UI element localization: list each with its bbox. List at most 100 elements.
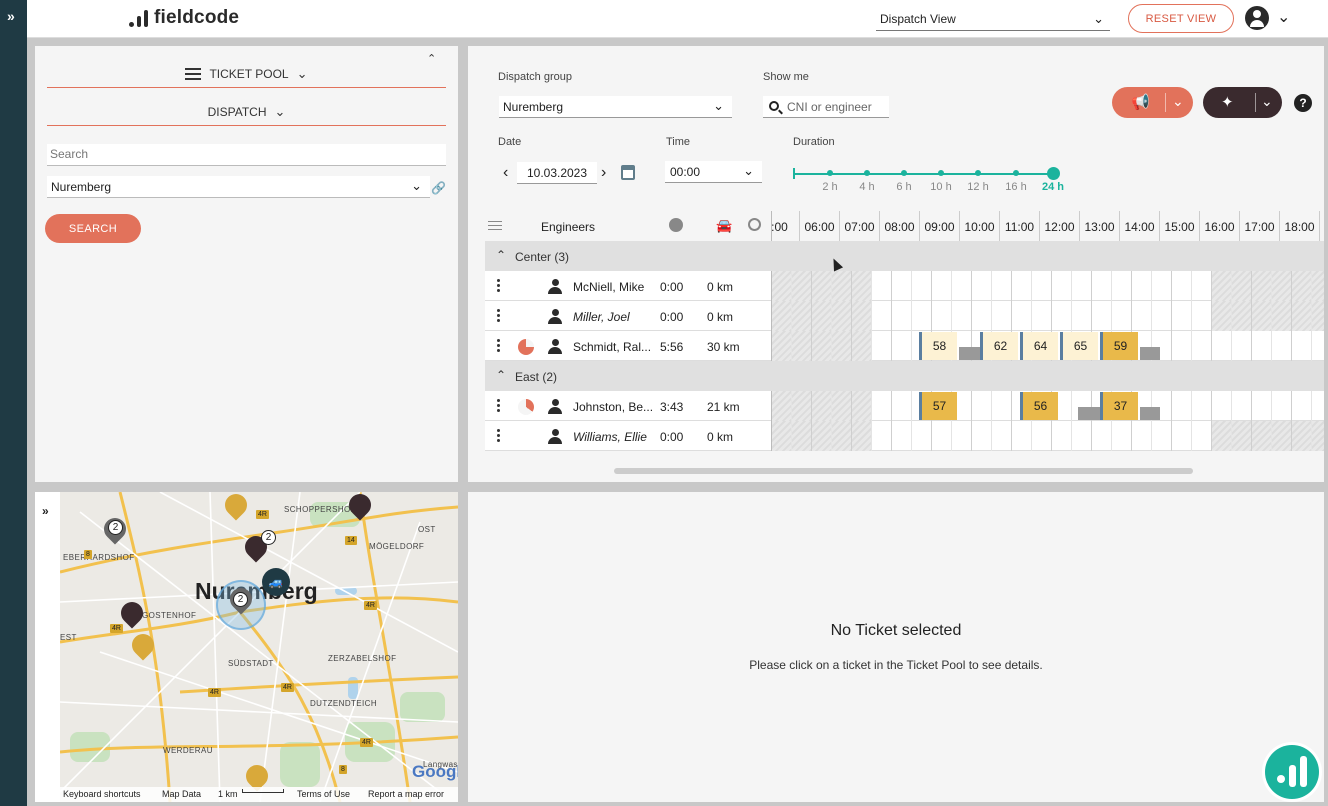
timeline-slot[interactable] (1292, 271, 1312, 301)
timeline-slot[interactable] (1272, 271, 1292, 301)
help-icon[interactable]: ? (1294, 94, 1312, 112)
timeline-slot[interactable] (972, 301, 992, 331)
timeline-slot[interactable] (812, 301, 832, 331)
engineer-row[interactable]: Miller, Joel 0:00 0 km (485, 301, 1324, 331)
scheduled-ticket[interactable]: 37 (1100, 392, 1138, 420)
scheduled-ticket[interactable]: 64 (1020, 332, 1058, 360)
user-menu-chevron-icon[interactable]: ⌄ (1277, 7, 1290, 27)
timeline-slot[interactable] (1092, 271, 1112, 301)
collapse-group-icon[interactable]: ⌃ (496, 248, 506, 262)
timeline-slot[interactable] (772, 301, 792, 331)
timeline-slot[interactable] (912, 271, 932, 301)
timeline-slot[interactable] (792, 271, 812, 301)
timeline-slot[interactable] (1292, 301, 1312, 331)
timeline-slot[interactable] (872, 391, 892, 421)
timeline-slot[interactable] (772, 331, 792, 361)
timeline-slot[interactable] (792, 331, 812, 361)
duration-option-label[interactable]: 24 h (1035, 181, 1071, 193)
timeline-slot[interactable] (972, 391, 992, 421)
timeline-slot[interactable] (1312, 331, 1324, 361)
collapse-panel-icon[interactable]: ⌃ (427, 52, 436, 65)
ticket-search-input[interactable]: Search (47, 144, 446, 166)
duration-tick[interactable] (864, 170, 870, 176)
link-icon[interactable]: 🔗 (431, 181, 446, 195)
timeline-slot[interactable] (1232, 391, 1252, 421)
duration-option-label[interactable]: 4 h (849, 181, 885, 193)
timeline-slot[interactable] (852, 421, 872, 451)
scheduled-ticket[interactable]: 59 (1100, 332, 1138, 360)
scheduled-ticket[interactable]: 58 (919, 332, 957, 360)
timeline-slot[interactable] (1252, 271, 1272, 301)
timeline-header[interactable]: :00 06:00 07:00 08:00 09:00 10:00 11:00 12:00 13… (771, 211, 1324, 241)
search-button[interactable]: SEARCH (45, 214, 141, 243)
scheduled-ticket[interactable]: 57 (919, 392, 957, 420)
timeline-slot[interactable] (772, 391, 792, 421)
timeline-slot[interactable] (1232, 421, 1252, 451)
timeline-slot[interactable] (1212, 271, 1232, 301)
duration-tick[interactable] (1013, 170, 1019, 176)
timeline-slot[interactable] (1192, 331, 1212, 361)
timeline-slot[interactable] (1172, 391, 1192, 421)
timeline-slot[interactable] (1252, 301, 1272, 331)
engineer-timeline[interactable]: 58 62 64 65 59 (771, 331, 1324, 361)
horizontal-scrollbar[interactable] (614, 468, 1193, 474)
expand-map-icon[interactable]: » (42, 504, 49, 518)
timeline-slot[interactable] (772, 271, 792, 301)
timeline-slot[interactable] (1032, 271, 1052, 301)
engineer-name[interactable]: Schmidt, Ral... (573, 340, 653, 354)
duration-option-label[interactable]: 6 h (886, 181, 922, 193)
expand-menu-icon[interactable]: » (7, 8, 15, 24)
scheduled-ticket[interactable]: 56 (1020, 392, 1058, 420)
timeline-slot[interactable] (1072, 271, 1092, 301)
duration-tick[interactable] (901, 170, 907, 176)
timeline-slot[interactable] (1172, 331, 1192, 361)
timeline-slot[interactable] (992, 301, 1012, 331)
timeline-slot[interactable] (1012, 421, 1032, 451)
duration-slider-handle[interactable] (1047, 167, 1060, 180)
timeline-slot[interactable] (812, 331, 832, 361)
timeline-slot[interactable] (1012, 301, 1032, 331)
timeline-slot[interactable] (1192, 421, 1212, 451)
map-data-link[interactable]: Map Data (162, 789, 201, 799)
timeline-slot[interactable] (892, 391, 912, 421)
timeline-slot[interactable] (1132, 301, 1152, 331)
timeline-slot[interactable] (1292, 391, 1312, 421)
timeline-slot[interactable] (852, 331, 872, 361)
ticket-pool-header[interactable]: TICKET POOL ⌄ (47, 60, 446, 88)
timeline-slot[interactable] (1032, 421, 1052, 451)
row-menu-icon[interactable] (497, 429, 501, 443)
timeline-slot[interactable] (1112, 271, 1132, 301)
timeline-slot[interactable] (1132, 421, 1152, 451)
timeline-slot[interactable] (1212, 301, 1232, 331)
timeline-slot[interactable] (912, 301, 932, 331)
calendar-icon[interactable] (621, 165, 635, 180)
timeline-slot[interactable] (1172, 421, 1192, 451)
show-me-input[interactable]: CNI or engineer (763, 96, 889, 118)
timeline-slot[interactable] (832, 421, 852, 451)
row-menu-icon[interactable] (497, 279, 501, 293)
timeline-slot[interactable] (1152, 271, 1172, 301)
timeline-slot[interactable] (772, 421, 792, 451)
engineer-group-row[interactable]: ⌃ Center (3) (485, 241, 1324, 271)
duration-option-label[interactable]: 16 h (998, 181, 1034, 193)
chevron-down-icon[interactable]: ⌄ (1172, 93, 1184, 110)
timeline-slot[interactable] (952, 301, 972, 331)
timeline-slot[interactable] (1252, 331, 1272, 361)
timeline-slot[interactable] (932, 301, 952, 331)
timeline-slot[interactable] (972, 271, 992, 301)
timeline-slot[interactable] (1132, 271, 1152, 301)
timeline-slot[interactable] (1252, 421, 1272, 451)
date-input[interactable]: 10.03.2023 (517, 162, 597, 184)
engineer-timeline[interactable] (771, 271, 1324, 301)
timeline-slot[interactable] (1272, 331, 1292, 361)
timeline-slot[interactable] (892, 421, 912, 451)
timeline-slot[interactable] (1212, 331, 1232, 361)
dispatch-filter-select[interactable]: DISPATCH ⌄ (47, 98, 446, 126)
timeline-slot[interactable] (852, 391, 872, 421)
timeline-slot[interactable] (812, 421, 832, 451)
timeline-slot[interactable] (1312, 421, 1324, 451)
row-menu-icon[interactable] (497, 309, 501, 323)
timeline-slot[interactable] (1292, 331, 1312, 361)
duration-tick[interactable] (975, 170, 981, 176)
timeline-slot[interactable] (1192, 301, 1212, 331)
